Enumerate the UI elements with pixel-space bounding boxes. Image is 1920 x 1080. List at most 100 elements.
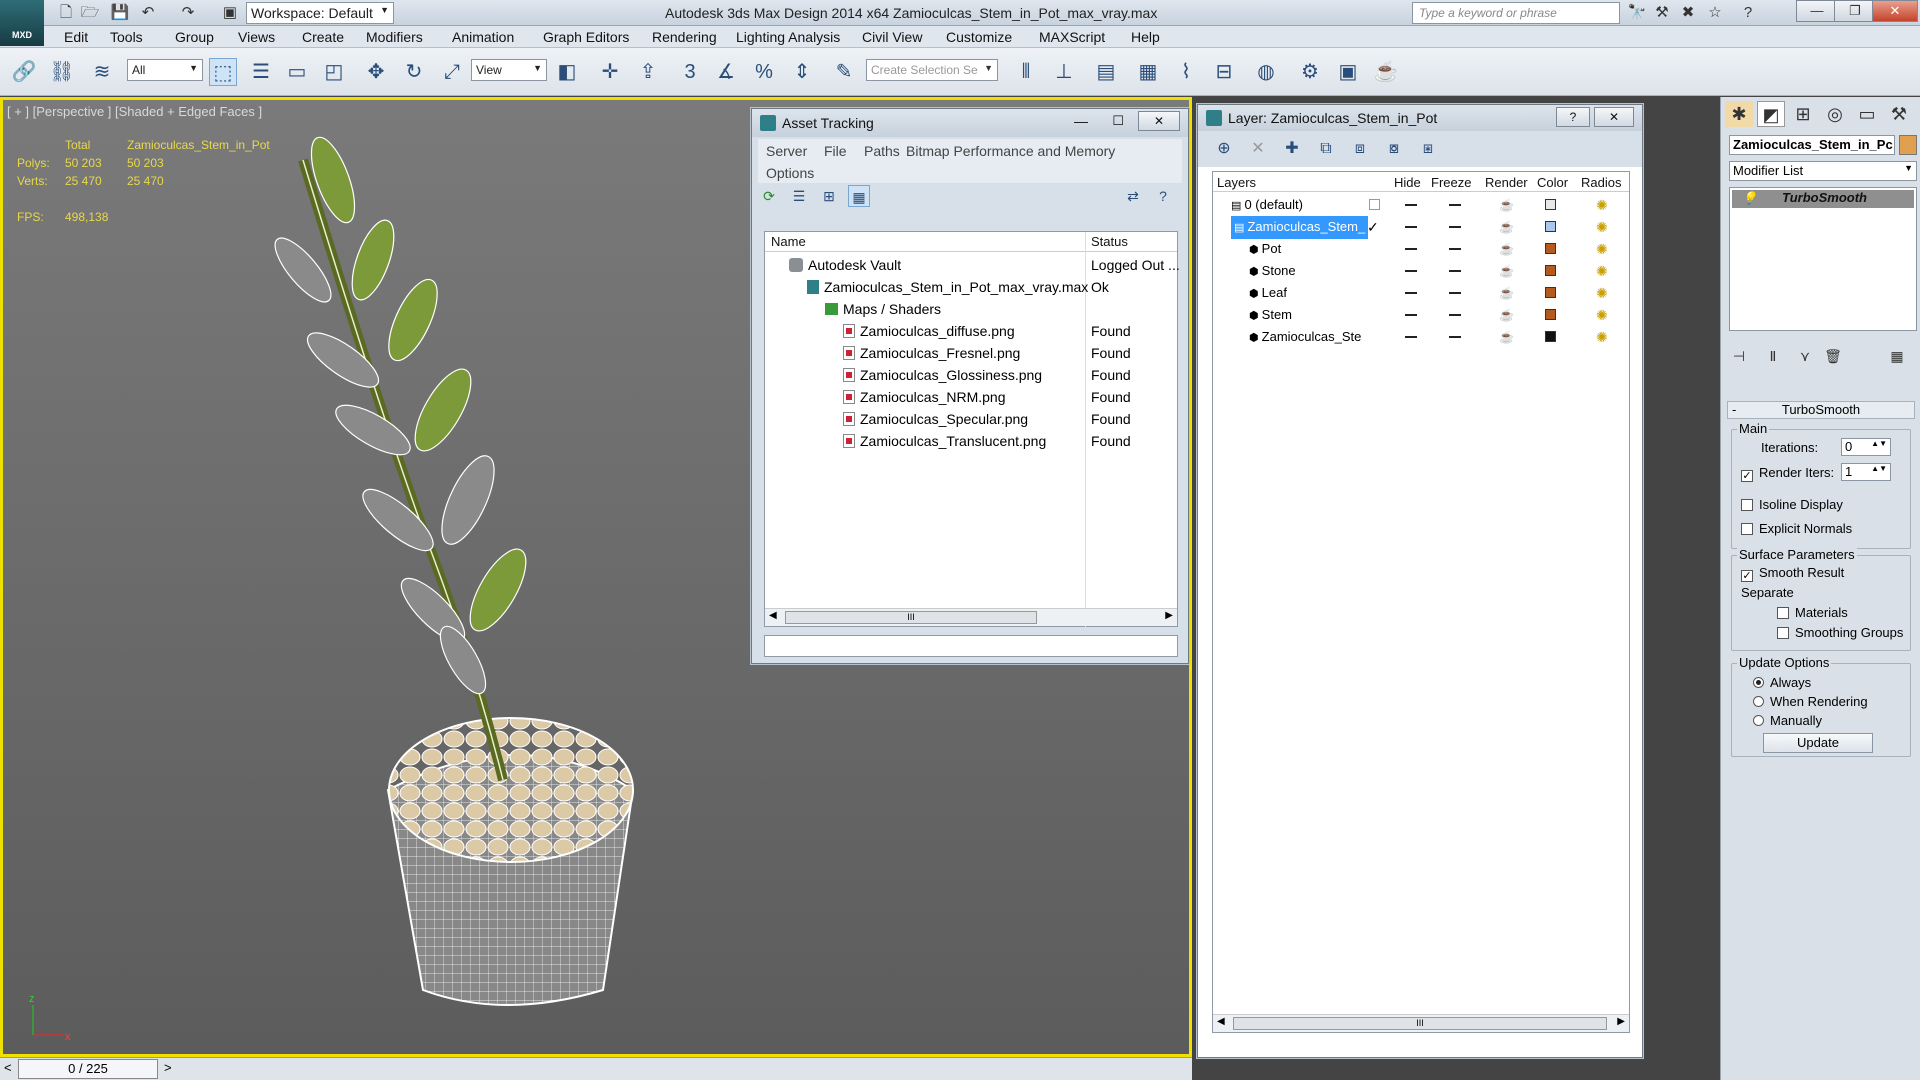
menu-create[interactable]: Create xyxy=(302,29,344,45)
render-teapot-icon[interactable]: ☕ xyxy=(1372,58,1400,86)
highlight-layer-icon[interactable]: ⧈ xyxy=(1348,137,1372,161)
hide-toggle[interactable] xyxy=(1405,314,1417,316)
layer-scroll-thumb[interactable]: III xyxy=(1233,1017,1607,1030)
render-teapot-icon[interactable]: ☕ xyxy=(1499,260,1514,282)
layer-color-swatch[interactable] xyxy=(1545,265,1556,276)
leaf-mesh[interactable] xyxy=(267,132,537,700)
col-color-header[interactable]: Color xyxy=(1537,175,1568,190)
search-input[interactable]: Type a keyword or phrase xyxy=(1412,2,1620,24)
render-iters-checkbox[interactable]: ✓ Render Iters: xyxy=(1741,465,1834,482)
col-radios-header[interactable]: Radios xyxy=(1581,175,1621,190)
menu-customize[interactable]: Customize xyxy=(946,29,1012,45)
layer-color-swatch[interactable] xyxy=(1545,243,1556,254)
binoculars-icon[interactable]: 🔭 xyxy=(1627,3,1647,23)
unlink-icon[interactable]: ⛓ xyxy=(48,58,76,86)
col-layers-header[interactable]: Layers xyxy=(1217,175,1256,190)
layer-row[interactable]: ⬢ Pot ☕ ✺ xyxy=(1213,238,1629,260)
asset-row[interactable]: Maps / Shaders xyxy=(765,298,1177,320)
new-file-icon[interactable]: 🗋 xyxy=(56,3,76,23)
layer-color-swatch[interactable] xyxy=(1545,221,1556,232)
pivot-center-icon[interactable]: ◧ xyxy=(553,58,581,86)
layer-row[interactable]: ▤ Zamioculcas_Stem_ ✓ ☕ ✺ xyxy=(1213,216,1629,239)
select-object-icon[interactable]: ⬚ xyxy=(209,58,237,86)
modify-tab-icon[interactable]: ◩ xyxy=(1757,101,1785,127)
hide-toggle[interactable] xyxy=(1405,226,1417,228)
tree-view-icon[interactable]: ⊞ xyxy=(818,185,840,207)
graphite-ribbon-icon[interactable]: ▦ xyxy=(1134,58,1162,86)
save-icon[interactable]: 💾 xyxy=(110,3,130,23)
asset-tracking-close-button[interactable]: ✕ xyxy=(1138,111,1180,131)
layer-close-button[interactable]: ✕ xyxy=(1594,107,1634,127)
window-crossing-icon[interactable]: ◰ xyxy=(320,58,348,86)
hierarchy-tab-icon[interactable]: ⊞ xyxy=(1789,101,1817,127)
col-name-header[interactable]: Name xyxy=(771,234,806,249)
layer-row[interactable]: ▤ 0 (default) ☕ ✺ xyxy=(1213,194,1629,216)
asset-row[interactable]: Zamioculcas_diffuse.png Found xyxy=(765,320,1177,342)
menu-rendering[interactable]: Rendering xyxy=(652,29,717,45)
create-layer-icon[interactable]: ⊕ xyxy=(1212,137,1236,161)
at-menu-server[interactable]: Server xyxy=(766,143,807,159)
mirror-icon[interactable]: ⫴ xyxy=(1012,58,1040,86)
show-end-result-icon[interactable]: Ⅱ xyxy=(1761,343,1785,365)
menu-views[interactable]: Views xyxy=(238,29,275,45)
create-tab-icon[interactable]: ✱ xyxy=(1725,101,1753,127)
hide-toggle[interactable] xyxy=(1405,248,1417,250)
undo-icon[interactable]: ↶ xyxy=(138,3,158,23)
reference-coordinate-dropdown[interactable]: View ▼ xyxy=(471,59,547,81)
layer-row-name[interactable]: ⬢ Leaf xyxy=(1249,282,1287,305)
spinner-snap-icon[interactable]: ⇕ xyxy=(788,58,816,86)
layer-color-swatch[interactable] xyxy=(1545,309,1556,320)
layer-color-swatch[interactable] xyxy=(1545,199,1556,210)
motion-tab-icon[interactable]: ◎ xyxy=(1821,101,1849,127)
help-icon[interactable]: ? xyxy=(1738,3,1758,23)
vault-connect-icon[interactable]: ⇄ xyxy=(1122,185,1144,207)
explicit-normals-checkbox[interactable]: Explicit Normals xyxy=(1741,521,1852,536)
radiosity-icon[interactable]: ✺ xyxy=(1596,194,1608,216)
modifier-stack[interactable]: 💡 TurboSmooth xyxy=(1729,187,1917,331)
communication-icon[interactable]: ✖ xyxy=(1678,3,1698,23)
freeze-toggle[interactable] xyxy=(1449,226,1461,228)
maximize-button[interactable]: ❐ xyxy=(1834,0,1876,22)
named-selection-set-dropdown[interactable]: Create Selection Se ▼ xyxy=(866,59,998,81)
asset-row[interactable]: Zamioculcas_Glossiness.png Found xyxy=(765,364,1177,386)
update-when-rendering-radio[interactable]: When Rendering xyxy=(1753,694,1868,709)
hide-toggle[interactable] xyxy=(1405,336,1417,338)
menu-graph-editors[interactable]: Graph Editors xyxy=(543,29,629,45)
hide-toggle[interactable] xyxy=(1405,292,1417,294)
angle-snap-icon[interactable]: ∡ xyxy=(712,58,740,86)
hide-toggle[interactable] xyxy=(1405,204,1417,206)
layer-row-name[interactable]: ▤ Zamioculcas_Stem_ xyxy=(1231,216,1369,239)
rendered-frame-window-icon[interactable]: ▣ xyxy=(1334,58,1362,86)
app-logo[interactable]: MXD xyxy=(0,0,44,46)
at-menu-options[interactable]: Options xyxy=(766,165,814,181)
turbosmooth-rollout-header[interactable]: - TurboSmooth xyxy=(1727,401,1915,419)
layer-row-name[interactable]: ⬢ Stem xyxy=(1249,304,1292,327)
radiosity-icon[interactable]: ✺ xyxy=(1596,282,1608,304)
utilities-tab-icon[interactable]: ⚒ xyxy=(1885,101,1913,127)
smoothing-groups-checkbox[interactable]: Smoothing Groups xyxy=(1777,625,1903,640)
list-view-icon[interactable]: ☰ xyxy=(788,185,810,207)
project-folder-icon[interactable]: ▣ xyxy=(220,3,240,23)
radiosity-icon[interactable]: ✺ xyxy=(1596,304,1608,326)
redo-icon[interactable]: ↷ xyxy=(178,3,198,23)
freeze-all-layers-icon[interactable]: ⧆ xyxy=(1416,137,1440,161)
asset-hscrollbar[interactable]: ◀ III ▶ xyxy=(765,608,1177,626)
light-bulb-icon[interactable]: 💡 xyxy=(1742,191,1757,205)
active-layer-check[interactable]: ✓ xyxy=(1367,216,1379,238)
keyboard-shortcut-icon[interactable]: ⇪ xyxy=(634,58,662,86)
menu-animation[interactable]: Animation xyxy=(452,29,514,45)
perspective-viewport[interactable]: [ + ] [Perspective ] [Shaded + Edged Fac… xyxy=(0,97,1643,1058)
pot-mesh[interactable] xyxy=(386,717,635,1006)
smooth-result-checkbox[interactable]: ✓ Smooth Result xyxy=(1741,565,1844,582)
select-by-name-icon[interactable]: ☰ xyxy=(247,58,275,86)
layer-list[interactable]: Layers Hide Freeze Render Color Radios ▤… xyxy=(1212,171,1630,1033)
link-icon[interactable]: 🔗 xyxy=(10,58,38,86)
update-always-radio[interactable]: Always xyxy=(1753,675,1811,690)
display-tab-icon[interactable]: ▭ xyxy=(1853,101,1881,127)
menu-group[interactable]: Group xyxy=(175,29,214,45)
menu-edit[interactable]: Edit xyxy=(64,29,88,45)
update-button[interactable]: Update xyxy=(1763,733,1873,753)
asset-tracking-maximize-button[interactable]: ☐ xyxy=(1112,113,1124,129)
layer-color-swatch[interactable] xyxy=(1545,287,1556,298)
schematic-view-icon[interactable]: ⊟ xyxy=(1210,58,1238,86)
